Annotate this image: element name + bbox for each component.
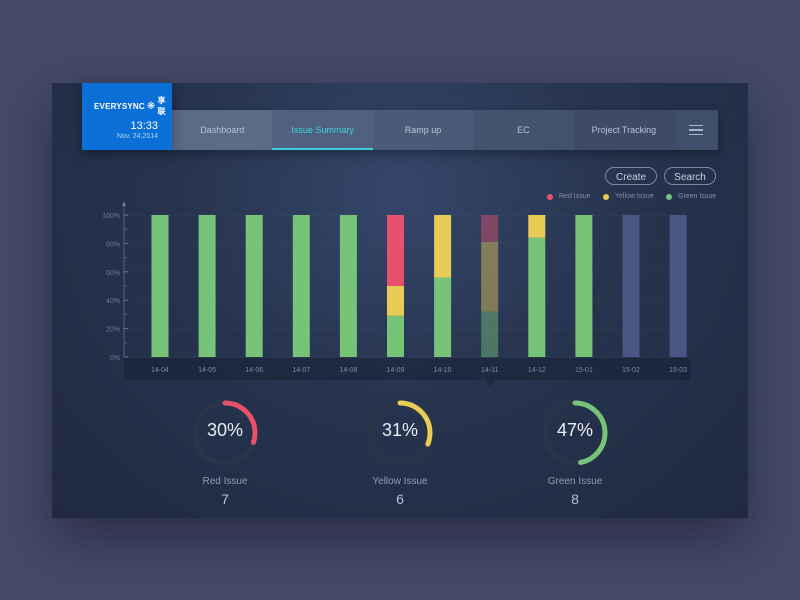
brand-panel: EVERYSYNC ❋ 享联 13:33 Nov. 24,2014 bbox=[82, 83, 172, 150]
bar-segment-green-issue bbox=[434, 277, 452, 357]
bar-segment-no-data bbox=[622, 215, 640, 357]
x-tick-label: 14-05 bbox=[198, 367, 216, 374]
bar-segment-green-issue bbox=[575, 215, 593, 357]
x-tick-label: 14-11 bbox=[481, 367, 498, 374]
gauge-yellow-percent: 31% bbox=[381, 420, 419, 440]
tab-ec[interactable]: EC bbox=[473, 110, 574, 150]
y-tick-label: 80% bbox=[106, 241, 120, 248]
bar-segment-green-issue bbox=[387, 315, 404, 357]
bar-segment-green-issue bbox=[339, 215, 357, 357]
bar-segment-green-issue bbox=[198, 215, 216, 357]
bar-segment-green-issue bbox=[151, 215, 169, 357]
clock-date: Nov. 24,2014 bbox=[116, 133, 158, 140]
gauge-yellow-label: Yellow Issue bbox=[372, 476, 428, 487]
gauge-green-count: 8 bbox=[571, 491, 579, 507]
logo-flower-icon: ❋ bbox=[146, 100, 156, 112]
gauge-green-percent: 47% bbox=[556, 420, 594, 440]
tab-ramp-up[interactable]: Ramp up bbox=[372, 110, 474, 150]
bar-segment-yellow-issue bbox=[387, 286, 404, 316]
stacked-bar-chart: 0% 20% 40% 60% 80% 100% 14-04 14-05 14-06 14-07 14… bbox=[102, 201, 687, 374]
y-tick-label: 20% bbox=[106, 327, 120, 334]
gauge-green-label: Green Issue bbox=[547, 476, 603, 487]
gauge-red-label: Red Issue bbox=[202, 476, 248, 487]
x-tick-label: 15-03 bbox=[669, 367, 687, 374]
gauge-red: 30% Red Issue 7 bbox=[165, 398, 285, 507]
bar-segment-green-issue bbox=[245, 215, 263, 357]
x-tick-label: 15-02 bbox=[622, 367, 640, 374]
bar-segment-green-issue bbox=[292, 215, 310, 357]
x-tick-label: 14-06 bbox=[245, 367, 263, 374]
tab-issue-summary[interactable]: Issue Summary bbox=[272, 110, 374, 150]
tab-dashboard[interactable]: Dashboard bbox=[172, 110, 273, 150]
logo: EVERYSYNC ❋ 享联 bbox=[94, 96, 166, 116]
x-tick-label: 14-10 bbox=[434, 367, 452, 374]
gauge-yellow-count: 6 bbox=[396, 491, 404, 507]
bar-segment-red-issue bbox=[481, 215, 499, 242]
hamburger-menu-icon[interactable] bbox=[674, 110, 718, 150]
bar-segment-green-issue bbox=[528, 237, 546, 357]
clock-time: 13:33 bbox=[130, 120, 158, 132]
gauge-red-percent: 30% bbox=[206, 420, 244, 440]
bar-segment-no-data bbox=[669, 215, 687, 357]
x-tick-label: 14-12 bbox=[528, 367, 546, 374]
bar-segment-red-issue bbox=[387, 215, 404, 286]
x-tick-label: 14-08 bbox=[339, 367, 357, 374]
y-axis-arrow-icon bbox=[122, 201, 126, 206]
gauge-green: 47% Green Issue 8 bbox=[515, 398, 635, 507]
x-tick-label: 14-09 bbox=[387, 367, 405, 374]
bar-segment-yellow-issue bbox=[528, 215, 546, 238]
top-nav: Dashboard Issue Summary Ramp up EC Proje… bbox=[172, 110, 718, 150]
bar-segment-yellow-issue bbox=[434, 215, 452, 278]
y-tick-label: 60% bbox=[106, 270, 120, 277]
bar-segment-green-issue bbox=[481, 311, 499, 357]
tab-project-tracking[interactable]: Project Tracking bbox=[573, 110, 675, 150]
x-tick-label: 14-04 bbox=[151, 367, 169, 374]
x-tick-label: 15-01 bbox=[575, 367, 593, 374]
x-tick-label: 14-07 bbox=[292, 367, 310, 374]
y-tick-label: 100% bbox=[102, 213, 120, 220]
gauge-yellow: 31% Yellow Issue 6 bbox=[340, 398, 460, 507]
y-tick-label: 40% bbox=[106, 298, 120, 305]
gauge-red-count: 7 bbox=[221, 491, 229, 507]
bar-segment-yellow-issue bbox=[481, 241, 499, 312]
y-tick-label: 0% bbox=[110, 355, 120, 362]
